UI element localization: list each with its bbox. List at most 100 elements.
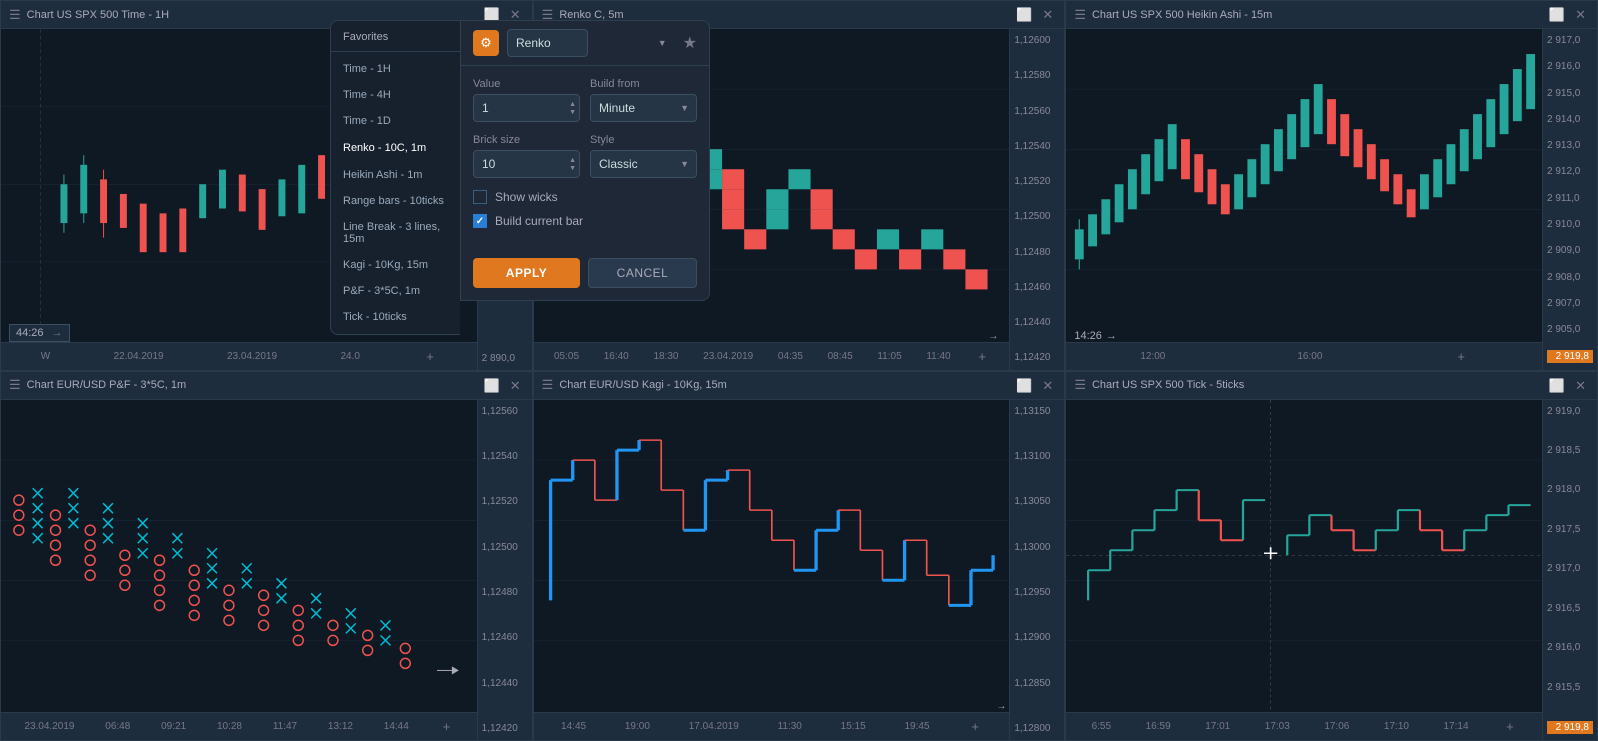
menu-icon-1[interactable]: ☰ bbox=[9, 7, 21, 23]
sidebar-item-heikin-1m[interactable]: Heikin Ashi - 1m bbox=[331, 162, 460, 188]
chart-title-text-1: Chart US SPX 500 Time - 1H bbox=[27, 9, 169, 21]
price-scale-3: 2 917,0 2 916,0 2 915,0 2 914,0 2 913,0 … bbox=[1542, 29, 1597, 370]
favorite-star-button[interactable]: ★ bbox=[683, 33, 697, 53]
chart-settings-modal: ⚙ Renko Time Heikin Ashi Kagi P&F Range … bbox=[460, 20, 710, 301]
style-select[interactable]: Classic Hollow Colored bbox=[590, 150, 697, 178]
brick-size-label: Brick size bbox=[473, 134, 580, 146]
show-wicks-checkbox[interactable] bbox=[473, 190, 487, 204]
checkmark: ✓ bbox=[476, 216, 484, 227]
apply-button[interactable]: APPLY bbox=[473, 258, 580, 288]
value-input[interactable] bbox=[473, 94, 580, 122]
tick-svg bbox=[1066, 400, 1542, 711]
build-from-select[interactable]: Minute Tick Second bbox=[590, 94, 697, 122]
close-btn-5[interactable]: ✕ bbox=[1039, 379, 1056, 392]
chart-title-3: ☰ Chart US SPX 500 Heikin Ashi - 15m bbox=[1074, 7, 1272, 23]
sidebar-item-pf-3x5c[interactable]: P&F - 3*5C, 1m bbox=[331, 278, 460, 304]
sidebar-item-time-4h[interactable]: Time - 4H bbox=[331, 82, 460, 108]
maximize-btn-2[interactable]: ⬜ bbox=[1013, 8, 1035, 21]
time-scale-5: 14:45 19:00 17.04.2019 11:30 15:15 19:45… bbox=[534, 712, 1010, 740]
add-col-btn-1[interactable]: + bbox=[423, 350, 437, 363]
candles-area-3 bbox=[1066, 29, 1542, 340]
brick-size-input[interactable] bbox=[473, 150, 580, 178]
sidebar-item-label-6: Line Break - 3 lines, 15m bbox=[343, 221, 448, 245]
menu-icon-6[interactable]: ☰ bbox=[1074, 377, 1086, 393]
menu-icon-3[interactable]: ☰ bbox=[1074, 7, 1086, 23]
chart-title-6: ☰ Chart US SPX 500 Tick - 5ticks bbox=[1074, 377, 1244, 393]
close-btn-3[interactable]: ✕ bbox=[1572, 8, 1589, 21]
chart-title-5: ☰ Chart EUR/USD Kagi - 10Kg, 15m bbox=[542, 377, 727, 393]
sidebar-item-kagi-10kg[interactable]: Kagi - 10Kg, 15m bbox=[331, 252, 460, 278]
build-current-bar-checkbox[interactable]: ✓ bbox=[473, 214, 487, 228]
modal-toolbar: ⚙ Renko Time Heikin Ashi Kagi P&F Range … bbox=[461, 21, 709, 66]
settings-gear-button[interactable]: ⚙ bbox=[473, 30, 499, 56]
sidebar-item-renko-10c-1m[interactable]: Renko - 10C, 1m 🗑 bbox=[331, 134, 460, 162]
sidebar-item-label-4: Heikin Ashi - 1m bbox=[343, 169, 422, 181]
candles-area-5 bbox=[534, 400, 1010, 711]
chart-type-select[interactable]: Renko Time Heikin Ashi Kagi P&F Range ba… bbox=[507, 29, 588, 57]
chart-pf-1m: ☰ Chart EUR/USD P&F - 3*5C, 1m ⬜ ✕ bbox=[0, 371, 533, 741]
maximize-btn-6[interactable]: ⬜ bbox=[1546, 379, 1568, 392]
sidebar-item-label-8: P&F - 3*5C, 1m bbox=[343, 285, 420, 297]
sidebar-item-line-break[interactable]: Line Break - 3 lines, 15m bbox=[331, 214, 460, 252]
time-scale-3: 12:00 16:00 + bbox=[1066, 342, 1542, 370]
maximize-btn-4[interactable]: ⬜ bbox=[481, 379, 503, 392]
sidebar-item-range-bars[interactable]: Range bars - 10ticks bbox=[331, 188, 460, 214]
build-current-bar-row: ✓ Build current bar bbox=[473, 214, 697, 228]
add-col-btn-2[interactable]: + bbox=[975, 350, 989, 363]
expand-icon-1: → bbox=[52, 327, 63, 339]
value-input-wrapper: ▲ ▼ bbox=[473, 94, 580, 122]
menu-icon-4[interactable]: ☰ bbox=[9, 377, 21, 393]
maximize-btn-3[interactable]: ⬜ bbox=[1546, 8, 1568, 21]
price-scale-4: 1,12560 1,12540 1,12520 1,12500 1,12480 … bbox=[477, 400, 532, 741]
build-from-label: Build from bbox=[590, 78, 697, 90]
menu-icon-5[interactable]: ☰ bbox=[542, 377, 554, 393]
value-up-btn[interactable]: ▲ bbox=[569, 101, 576, 108]
price-scale-2: 1,12600 1,12580 1,12560 1,12540 1,12520 … bbox=[1009, 29, 1064, 370]
sidebar-item-time-1d[interactable]: Time - 1D bbox=[331, 108, 460, 134]
pf-svg bbox=[1, 400, 477, 711]
close-btn-6[interactable]: ✕ bbox=[1572, 379, 1589, 392]
brick-down-btn[interactable]: ▼ bbox=[569, 165, 576, 172]
chart-title-text-6: Chart US SPX 500 Tick - 5ticks bbox=[1092, 379, 1244, 391]
sidebar-item-label-2: Time - 1D bbox=[343, 115, 391, 127]
chart-body-3: AUTO bbox=[1066, 29, 1597, 370]
show-wicks-label: Show wicks bbox=[495, 190, 558, 204]
expand-arrow-2: → bbox=[980, 331, 1006, 342]
candles-area-4 bbox=[1, 400, 477, 711]
brick-size-group: Brick size ▲ ▼ bbox=[473, 134, 580, 178]
style-select-wrapper: Classic Hollow Colored bbox=[590, 150, 697, 178]
sidebar-item-time-1h[interactable]: Time - 1H bbox=[331, 56, 460, 82]
style-group: Style Classic Hollow Colored bbox=[590, 134, 697, 178]
maximize-btn-5[interactable]: ⬜ bbox=[1013, 379, 1035, 392]
chart-title-text-4: Chart EUR/USD P&F - 3*5C, 1m bbox=[27, 379, 187, 391]
sidebar-item-label-7: Kagi - 10Kg, 15m bbox=[343, 259, 428, 271]
sidebar-items-list: Time - 1H Time - 4H Time - 1D Renko - 10… bbox=[331, 52, 460, 334]
add-col-btn-5[interactable]: + bbox=[968, 720, 982, 733]
add-col-btn-6[interactable]: + bbox=[1503, 720, 1517, 733]
chart-title-text-3: Chart US SPX 500 Heikin Ashi - 15m bbox=[1092, 9, 1272, 21]
price-badge-3: 2 919,8 bbox=[1547, 350, 1593, 363]
cancel-button[interactable]: CANCEL bbox=[588, 258, 697, 288]
build-current-bar-label: Build current bar bbox=[495, 214, 583, 228]
heikin-svg bbox=[1066, 29, 1542, 340]
brick-up-btn[interactable]: ▲ bbox=[569, 157, 576, 164]
chart-kagi-15m: ☰ Chart EUR/USD Kagi - 10Kg, 15m ⬜ ✕ bbox=[533, 371, 1066, 741]
chart-body-6: AUTO bbox=[1066, 400, 1597, 741]
timestamp-box-1: 44:26 → bbox=[9, 324, 70, 342]
chart-controls-5: ⬜ ✕ bbox=[1013, 379, 1056, 392]
close-btn-4[interactable]: ✕ bbox=[507, 379, 524, 392]
build-from-group: Build from Minute Tick Second bbox=[590, 78, 697, 122]
add-col-btn-3[interactable]: + bbox=[1454, 350, 1468, 363]
chart-header-3: ☰ Chart US SPX 500 Heikin Ashi - 15m ⬜ ✕ bbox=[1066, 1, 1597, 29]
sidebar-item-tick-10ticks[interactable]: Tick - 10ticks bbox=[331, 304, 460, 330]
build-from-select-wrapper: Minute Tick Second bbox=[590, 94, 697, 122]
time-scale-4: 23.04.2019 06:48 09:21 10:28 11:47 13:12… bbox=[1, 712, 477, 740]
sidebar-item-label-1: Time - 4H bbox=[343, 89, 391, 101]
add-col-btn-4[interactable]: + bbox=[440, 720, 454, 733]
close-btn-2[interactable]: ✕ bbox=[1039, 8, 1056, 21]
value-down-btn[interactable]: ▼ bbox=[569, 109, 576, 116]
time-scale-6: 6:55 16:59 17:01 17:03 17:06 17:10 17:14… bbox=[1066, 712, 1542, 740]
chart-title-text-5: Chart EUR/USD Kagi - 10Kg, 15m bbox=[559, 379, 727, 391]
chart-title-1: ☰ Chart US SPX 500 Time - 1H bbox=[9, 7, 169, 23]
price-scale-5: 1,13150 1,13100 1,13050 1,13000 1,12950 … bbox=[1009, 400, 1064, 741]
